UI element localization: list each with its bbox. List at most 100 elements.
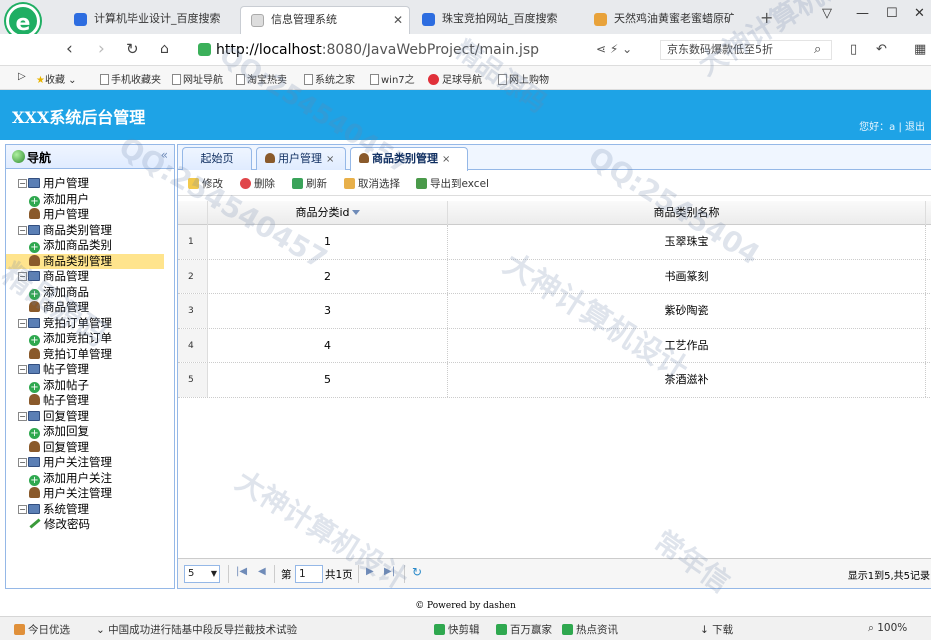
- nav-item[interactable]: 修改密码: [6, 517, 174, 533]
- nav-group[interactable]: − 系统管理: [6, 502, 174, 518]
- page-number-input[interactable]: 1: [295, 565, 323, 583]
- edit-button[interactable]: 修改: [188, 176, 223, 191]
- last-page-icon[interactable]: ▶|: [384, 566, 395, 577]
- status-item[interactable]: 今日优选: [14, 622, 70, 637]
- sidebar-toggle-icon[interactable]: ▷: [18, 71, 26, 82]
- new-tab-button[interactable]: +: [760, 8, 773, 27]
- nav-group[interactable]: − 商品类别管理: [6, 223, 174, 239]
- logout-link[interactable]: 退出: [905, 122, 925, 133]
- undo-icon[interactable]: ↶: [876, 42, 887, 57]
- tab-home[interactable]: 起始页: [182, 147, 252, 170]
- favorite-item[interactable]: 网址导航: [172, 71, 223, 86]
- apps-icon[interactable]: ▦: [914, 42, 926, 57]
- nav-item[interactable]: 用户关注管理: [6, 486, 174, 502]
- nav-item[interactable]: 竞拍订单管理: [6, 347, 174, 363]
- collapse-toggle-icon[interactable]: −: [18, 225, 27, 235]
- favorite-item[interactable]: 系统之家: [304, 71, 355, 86]
- nav-item[interactable]: + 添加商品类别: [6, 238, 174, 254]
- minimize-icon[interactable]: —: [856, 6, 869, 21]
- table-row[interactable]: 3 3 紫砂陶瓷: [178, 294, 931, 329]
- refresh-button[interactable]: 刷新: [292, 176, 327, 191]
- nav-item[interactable]: + 添加帖子: [6, 378, 174, 394]
- browser-tab-4[interactable]: 天然鸡油黄蜜老蜜蜡原矿手: [584, 6, 734, 34]
- close-tab-icon[interactable]: ×: [442, 154, 450, 165]
- collapse-toggle-icon[interactable]: −: [18, 179, 27, 188]
- back-icon[interactable]: ‹: [66, 39, 73, 59]
- nav-item[interactable]: 商品管理: [6, 300, 174, 316]
- nav-group[interactable]: − 竞拍订单管理: [6, 316, 174, 332]
- collapse-toggle-icon[interactable]: −: [18, 365, 27, 374]
- browser-tab-label: 天然鸡油黄蜜老蜜蜡原矿手: [614, 12, 734, 25]
- news-ticker[interactable]: ⌄ 中国成功进行陆基中段反导拦截技术试验: [96, 622, 297, 637]
- nav-item[interactable]: 回复管理: [6, 440, 174, 456]
- table-row[interactable]: 4 4 工艺作品: [178, 328, 931, 363]
- phone-icon[interactable]: ▯: [850, 42, 857, 57]
- page-size-select[interactable]: 5 ▼: [184, 565, 220, 583]
- reload-icon[interactable]: ↻: [126, 40, 139, 58]
- skin-icon[interactable]: ▽: [822, 6, 832, 21]
- nav-item-label: 添加商品类别: [43, 238, 112, 252]
- export-excel-button[interactable]: 导出到excel: [416, 176, 489, 191]
- nav-item[interactable]: + 添加竞拍订单: [6, 331, 174, 347]
- nav-item[interactable]: 帖子管理: [6, 393, 174, 409]
- browser-tab-3[interactable]: 珠宝竞拍网站_百度搜索: [412, 6, 582, 34]
- favorite-item[interactable]: 手机收藏夹: [100, 71, 161, 86]
- tab-category-management[interactable]: 商品类别管理 ×: [350, 147, 468, 171]
- favorite-item[interactable]: 足球导航: [428, 71, 482, 86]
- computer-icon: [28, 224, 40, 235]
- forward-icon[interactable]: ›: [98, 39, 105, 59]
- collapse-icon[interactable]: «: [161, 148, 168, 162]
- home-icon[interactable]: ⌂: [160, 41, 169, 57]
- search-input[interactable]: 京东数码爆款低至5折: [660, 40, 832, 60]
- nav-item[interactable]: + 添加用户关注: [6, 471, 174, 487]
- favorite-item[interactable]: 淘宝热卖: [236, 71, 287, 86]
- status-item[interactable]: 快剪辑: [434, 622, 480, 637]
- close-tab-icon[interactable]: ×: [326, 154, 334, 165]
- close-window-icon[interactable]: ✕: [914, 6, 925, 21]
- search-icon[interactable]: ⌕: [814, 42, 821, 57]
- tab-user-management[interactable]: 用户管理 ×: [256, 147, 346, 170]
- reload-icon[interactable]: ↻: [412, 565, 422, 579]
- nav-group[interactable]: − 回复管理: [6, 409, 174, 425]
- tab-label: 起始页: [200, 152, 234, 165]
- url-field[interactable]: http://localhost:8080/JavaWebProject/mai…: [196, 39, 656, 61]
- favorite-item[interactable]: ★收藏 ⌄: [36, 71, 77, 86]
- prev-page-icon[interactable]: ◀: [258, 566, 266, 577]
- maximize-icon[interactable]: ☐: [886, 6, 898, 21]
- table-row[interactable]: 2 2 书画篆刻: [178, 259, 931, 294]
- table-row[interactable]: 1 1 玉翠珠宝: [178, 225, 931, 260]
- status-item[interactable]: 百万赢家: [496, 622, 552, 637]
- nav-item[interactable]: + 添加用户: [6, 192, 174, 208]
- collapse-toggle-icon[interactable]: −: [18, 318, 27, 328]
- next-page-icon[interactable]: ▶: [366, 566, 374, 577]
- nav-item[interactable]: + 添加回复: [6, 424, 174, 440]
- cancel-select-button[interactable]: 取消选择: [344, 176, 400, 191]
- browser-tab-2[interactable]: 信息管理系统 ✕: [240, 6, 410, 34]
- favorite-item[interactable]: 网上购物: [498, 71, 549, 86]
- browser-tab-1[interactable]: 计算机毕业设计_百度搜索: [64, 6, 236, 34]
- zoom-level[interactable]: ⌕ 100%: [868, 622, 907, 635]
- favorite-item[interactable]: win7之: [370, 71, 415, 86]
- column-header-id[interactable]: 商品分类id: [208, 201, 448, 225]
- nav-item[interactable]: 用户管理: [6, 207, 174, 223]
- status-item[interactable]: ↓ 下载: [700, 622, 733, 637]
- column-header-name[interactable]: 商品类别名称: [448, 201, 926, 225]
- nav-group[interactable]: − 帖子管理: [6, 362, 174, 378]
- favorite-label: 收藏: [44, 75, 65, 86]
- nav-item[interactable]: + 添加商品: [6, 285, 174, 301]
- nav-group[interactable]: − 用户关注管理: [6, 455, 174, 471]
- share-icon[interactable]: ⋖ ⚡ ⌄: [596, 42, 632, 56]
- panel-tabs: 起始页 用户管理 × 商品类别管理 ×: [178, 145, 931, 171]
- first-page-icon[interactable]: |◀: [236, 566, 247, 577]
- table-row[interactable]: 5 5 茶酒滋补: [178, 363, 931, 398]
- nav-group[interactable]: − 用户管理: [6, 176, 174, 192]
- collapse-toggle-icon[interactable]: −: [18, 458, 27, 467]
- close-tab-icon[interactable]: ✕: [393, 7, 403, 33]
- delete-button[interactable]: 删除: [240, 176, 275, 191]
- collapse-toggle-icon[interactable]: −: [18, 504, 27, 514]
- nav-group[interactable]: − 商品管理: [6, 269, 174, 285]
- status-item[interactable]: 热点资讯: [562, 622, 618, 637]
- collapse-toggle-icon[interactable]: −: [18, 411, 27, 421]
- nav-item[interactable]: 商品类别管理: [6, 253, 164, 269]
- collapse-toggle-icon[interactable]: −: [18, 272, 27, 281]
